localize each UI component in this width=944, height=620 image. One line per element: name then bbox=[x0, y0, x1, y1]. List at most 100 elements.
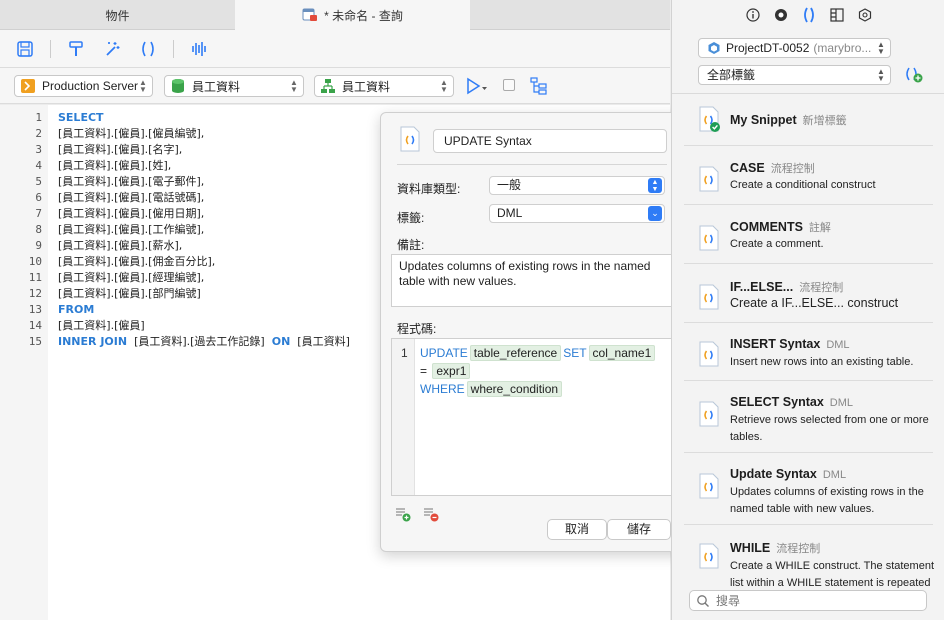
snippet-item[interactable]: INSERT Syntax DML Insert new rows into an … bbox=[672, 323, 944, 381]
snippet-item[interactable]: IF...ELSE... 流程控制 Create a IF...ELSE... co… bbox=[672, 264, 944, 323]
snippets-tab[interactable] bbox=[801, 7, 817, 23]
sql-keyword: WHERE bbox=[420, 382, 465, 396]
snippet-item[interactable]: SELECT Syntax DML Retrieve rows selected f… bbox=[672, 381, 944, 453]
hexagon-icon bbox=[858, 8, 871, 22]
tab-query-label: * 未命名 - 查詢 bbox=[324, 8, 403, 23]
project-select[interactable]: ProjectDT-0052 (marybro... ▲ ▼ bbox=[698, 38, 891, 58]
add-snippet-button[interactable] bbox=[904, 66, 924, 84]
snippet-description: Create a comment. bbox=[730, 238, 824, 250]
line-content: [員工資料].[僱員].[電話號碼], bbox=[58, 191, 205, 204]
sql-identifier: [員工資料].[過去工作記錄] bbox=[134, 335, 265, 348]
add-placeholder-button[interactable] bbox=[395, 506, 411, 522]
snippet-description: Create a IF...ELSE... construct bbox=[730, 296, 899, 310]
save-snippet-button[interactable]: 儲存 bbox=[607, 519, 671, 540]
snippet-icon bbox=[698, 284, 720, 313]
eye-icon bbox=[774, 9, 787, 21]
snippet-description: Retrieve rows selected from one or more … bbox=[730, 414, 929, 443]
notes-textarea[interactable]: Updates columns of existing rows in the … bbox=[391, 254, 672, 307]
database-select[interactable]: 員工資料 ▲ ▼ bbox=[164, 75, 304, 97]
snippet-title-text: COMMENTS bbox=[730, 220, 803, 234]
stop-button[interactable] bbox=[503, 79, 515, 91]
info-tab[interactable] bbox=[745, 7, 761, 23]
tab-objects[interactable]: 物件 bbox=[0, 0, 235, 30]
format-button[interactable] bbox=[65, 38, 87, 60]
save-button[interactable] bbox=[14, 38, 36, 60]
chevron-updown-icon: ▲ ▼ bbox=[290, 78, 298, 94]
placeholder-token[interactable]: table_reference bbox=[469, 345, 562, 361]
snippet-item[interactable]: My Snippet 新增標籤 bbox=[672, 94, 944, 146]
snippet-item[interactable]: Update Syntax DML Updates columns of exist… bbox=[672, 453, 944, 525]
toolbar-divider bbox=[50, 39, 51, 58]
line-content: [員工資料].[僱員].[僱用日期], bbox=[58, 207, 205, 220]
sql-keyword: UPDATE bbox=[420, 346, 468, 360]
placeholder-token[interactable]: where_condition bbox=[466, 381, 563, 397]
snippet-title-text: SELECT Syntax bbox=[730, 395, 824, 409]
snippet-icon bbox=[698, 166, 720, 195]
snippet-name-input[interactable]: UPDATE Syntax bbox=[433, 129, 667, 153]
snippet-description: Create a WHILE construct. The statement … bbox=[730, 560, 934, 588]
snippet-tag: 流程控制 bbox=[776, 543, 821, 555]
placeholder-token[interactable]: col_name1 bbox=[588, 345, 656, 361]
db-type-select[interactable]: 一般 ▲ ▼ bbox=[489, 176, 665, 195]
search-icon bbox=[697, 594, 709, 607]
columns-icon bbox=[829, 8, 844, 22]
line-number: 3 bbox=[35, 143, 42, 156]
sql-identifier: [員工資料] bbox=[297, 335, 350, 348]
schema-icon bbox=[320, 78, 336, 94]
snippet-title: SELECT Syntax DML bbox=[730, 395, 853, 409]
divider bbox=[397, 164, 667, 165]
search-placeholder: 搜尋 bbox=[716, 594, 741, 608]
line-number: 5 bbox=[35, 175, 42, 188]
line-number-gutter bbox=[392, 339, 415, 495]
line-number: 12 bbox=[28, 287, 42, 300]
tag-select[interactable]: DML ⌄ bbox=[489, 204, 665, 223]
run-button[interactable] bbox=[466, 77, 488, 95]
snippet-tag: DML bbox=[829, 397, 854, 409]
tree-icon bbox=[530, 77, 547, 95]
snippet-title-text: WHILE bbox=[730, 541, 771, 555]
snippet-title: Update Syntax DML bbox=[730, 467, 846, 481]
app-window: 物件 * 未命名 - 查詢 Production Server ▲ ▼ 員工資料… bbox=[0, 0, 944, 620]
query-toolbar bbox=[0, 30, 670, 68]
beautify-button[interactable] bbox=[101, 38, 123, 60]
paint-roller-icon bbox=[69, 40, 83, 56]
query-plan-button[interactable] bbox=[530, 77, 548, 95]
line-content: [員工資料].[僱員].[名字], bbox=[58, 143, 183, 156]
code-label: 程式碼: bbox=[397, 322, 437, 336]
snippet-item[interactable]: CASE 流程控制 Create a conditional construct bbox=[672, 146, 944, 205]
server-icon bbox=[20, 78, 36, 94]
chevron-updown-icon: ▲ ▼ bbox=[877, 40, 885, 56]
snippet-search[interactable]: 搜尋 bbox=[689, 590, 927, 611]
snippet-title-text: Update Syntax bbox=[730, 467, 817, 481]
cancel-button[interactable]: 取消 bbox=[547, 519, 607, 540]
snippet-description: Updates columns of existing rows in the … bbox=[730, 486, 924, 515]
connection-bar: Production Server ▲ ▼ 員工資料 ▲ ▼ 員工資料 ▲ ▼ bbox=[0, 68, 670, 104]
snippet-code-editor[interactable]: 1 UPDATE table_reference SET col_name1 = ex… bbox=[391, 338, 672, 496]
connection-select[interactable]: Production Server ▲ ▼ bbox=[14, 75, 153, 97]
snippet-title-text: CASE bbox=[730, 161, 765, 175]
placeholder-token[interactable]: expr1 bbox=[432, 363, 471, 379]
remove-placeholder-icon bbox=[424, 508, 439, 522]
bar-chart-icon bbox=[192, 41, 206, 56]
project-icon bbox=[707, 41, 721, 55]
snippet-description: Insert new rows into an existing table. bbox=[730, 356, 914, 368]
parentheses-icon bbox=[803, 7, 814, 23]
line-content: [員工資料].[僱員].[經理編號], bbox=[58, 271, 205, 284]
layout-tab[interactable] bbox=[829, 7, 845, 23]
remove-placeholder-button[interactable] bbox=[423, 506, 439, 522]
line-content: [員工資料].[僱員].[佣金百分比], bbox=[58, 255, 216, 268]
explain-button[interactable] bbox=[188, 38, 210, 60]
line-content: [員工資料].[僱員].[僱員編號], bbox=[58, 127, 205, 140]
chevron-updown-icon: ▲ ▼ bbox=[877, 67, 885, 83]
snippet-title: WHILE 流程控制 bbox=[730, 540, 820, 556]
info-icon bbox=[745, 8, 760, 22]
preview-tab[interactable] bbox=[773, 7, 789, 23]
schema-select[interactable]: 員工資料 ▲ ▼ bbox=[314, 75, 454, 97]
model-tab[interactable] bbox=[857, 7, 873, 23]
tag-filter-select[interactable]: 全部標籤 ▲ ▼ bbox=[698, 65, 891, 85]
snippet-item[interactable]: WHILE 流程控制 Create a WHILE construct. The s… bbox=[672, 525, 944, 588]
snippet-button[interactable] bbox=[137, 38, 159, 60]
snippet-icon bbox=[698, 473, 720, 502]
tab-query[interactable]: * 未命名 - 查詢 bbox=[235, 0, 470, 30]
snippet-item[interactable]: COMMENTS 註解 Create a comment. bbox=[672, 205, 944, 264]
